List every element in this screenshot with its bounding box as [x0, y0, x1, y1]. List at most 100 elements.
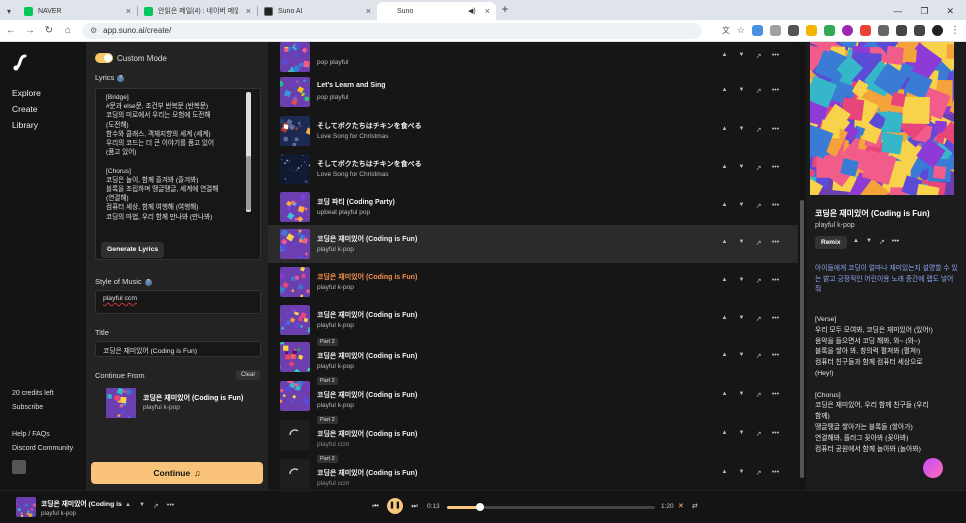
share-icon[interactable]: ↗	[153, 502, 159, 510]
song-thumbnail[interactable]	[280, 192, 310, 222]
song-tags[interactable]: pop playful	[317, 94, 348, 101]
maximize-icon[interactable]: ❐	[920, 6, 928, 17]
thumbs-down-icon[interactable]: ▼	[737, 52, 746, 60]
menu-kebab-icon[interactable]: ⋮	[950, 25, 960, 36]
thumbs-up-icon[interactable]: ▲	[853, 238, 859, 246]
song-thumbnail[interactable]	[280, 381, 310, 411]
extension-icon[interactable]	[770, 25, 781, 36]
song-row[interactable]: Part 2 코딩은 재미있어 (Coding is Fun) playful cc…	[268, 455, 798, 490]
lyrics-scroll-thumb[interactable]	[246, 156, 251, 210]
thumbs-down-icon[interactable]: ▼	[737, 126, 746, 134]
song-row[interactable]: 코딩 파티 (Coding Party) upbeat playful pop ▲…	[268, 188, 798, 226]
share-icon[interactable]: ↗	[754, 352, 763, 360]
song-tags[interactable]: upbeat playful pop	[317, 209, 370, 216]
reading-list-icon[interactable]	[896, 25, 907, 36]
help-icon[interactable]: ?	[144, 278, 152, 286]
shuffle-icon[interactable]: ✕	[678, 502, 684, 510]
song-thumbnail[interactable]	[280, 42, 310, 72]
song-row[interactable]: Part 2 코딩은 재미있어 (Coding is Fun) playful k-…	[268, 377, 798, 415]
more-options-icon[interactable]: •••	[771, 277, 780, 285]
thumbs-down-icon[interactable]: ▼	[737, 239, 746, 247]
more-options-icon[interactable]: •••	[771, 202, 780, 210]
song-tags[interactable]: playful k-pop	[317, 284, 354, 291]
thumbs-down-icon[interactable]: ▼	[737, 202, 746, 210]
assistant-bubble-icon[interactable]	[923, 458, 943, 478]
thumbs-down-icon[interactable]: ▼	[737, 391, 746, 399]
song-thumbnail[interactable]	[280, 342, 310, 372]
more-options-icon[interactable]: •••	[892, 238, 899, 246]
song-tags[interactable]: playful ccm	[317, 480, 350, 487]
remix-button[interactable]: Remix	[815, 236, 847, 249]
title-input[interactable]: 코딩은 재미있어 (Coding is Fun)	[95, 341, 261, 357]
share-icon[interactable]: ↗	[754, 202, 763, 210]
song-title[interactable]: 코딩은 재미있어 (Coding is Fun)	[317, 468, 417, 478]
song-row[interactable]: 코딩은 재미있어 (Coding is Fun) playful k-pop ▲ …	[268, 263, 798, 301]
thumbs-up-icon[interactable]: ▲	[720, 202, 729, 210]
share-icon[interactable]: ↗	[754, 469, 763, 477]
browser-tab-suno-ai[interactable]: Suno AI ×	[258, 2, 377, 20]
close-icon[interactable]: ×	[126, 6, 131, 16]
thumbs-up-icon[interactable]: ▲	[720, 164, 729, 172]
thumbs-down-icon[interactable]: ▼	[737, 430, 746, 438]
more-options-icon[interactable]: •••	[771, 469, 780, 477]
more-options-icon[interactable]: •••	[771, 164, 780, 172]
translate-icon[interactable]: 文	[722, 25, 730, 36]
thumbs-up-icon[interactable]: ▲	[720, 430, 729, 438]
thumbs-up-icon[interactable]: ▲	[720, 239, 729, 247]
thumbs-up-icon[interactable]: ▲	[125, 502, 131, 510]
song-list-scrollbar[interactable]	[798, 42, 806, 490]
song-row[interactable]: そしてボクたちはチキンを食べる Love Song for Christmas ▲…	[268, 150, 798, 188]
song-row[interactable]: Part 2 코딩은 재미있어 (Coding is Fun) playful cc…	[268, 416, 798, 454]
close-icon[interactable]: ×	[246, 6, 251, 16]
share-icon[interactable]: ↗	[754, 87, 763, 95]
speaker-icon[interactable]: ◀)	[468, 7, 476, 15]
thumbs-up-icon[interactable]: ▲	[720, 391, 729, 399]
thumbs-up-icon[interactable]: ▲	[720, 126, 729, 134]
thumbs-down-icon[interactable]: ▼	[737, 164, 746, 172]
song-tags[interactable]: playful k-pop	[317, 322, 354, 329]
detail-song-tags[interactable]: playful k-pop	[815, 222, 855, 229]
lyrics-textarea[interactable]: [Bridge] #문과 else문, 조건부 반복문 (반복문) 코딩의 미로…	[95, 88, 261, 260]
repeat-icon[interactable]: ⇄	[692, 502, 698, 510]
song-row[interactable]: そしてボクたちはチキンを食べる Love Song for Christmas ▲…	[268, 112, 798, 150]
help-icon[interactable]: ?	[117, 74, 125, 82]
thumbs-up-icon[interactable]: ▲	[720, 277, 729, 285]
address-bar[interactable]: ⚙ app.suno.ai/create/	[82, 22, 702, 39]
user-avatar[interactable]	[12, 460, 26, 474]
thumbs-down-icon[interactable]: ▼	[866, 238, 872, 246]
more-options-icon[interactable]: •••	[771, 315, 780, 323]
song-title[interactable]: 코딩은 재미있어 (Coding is Fun)	[317, 351, 417, 361]
tab-search-icon[interactable]: ▾	[0, 2, 18, 20]
share-icon[interactable]: ↗	[879, 238, 885, 246]
song-title[interactable]: そしてボクたちはチキンを食べる	[317, 121, 422, 131]
share-icon[interactable]: ↗	[754, 126, 763, 134]
song-tags[interactable]: Love Song for Christmas	[317, 171, 389, 178]
thumbs-up-icon[interactable]: ▲	[720, 87, 729, 95]
song-title[interactable]: そしてボクたちはチキンを食べる	[317, 159, 422, 169]
song-row[interactable]: 코딩은 재미있어 (Coding is Fun) playful k-pop ▲ …	[268, 225, 798, 263]
side-panel-icon[interactable]	[914, 25, 925, 36]
song-title[interactable]: 코딩은 재미있어 (Coding is Fun)	[317, 272, 417, 282]
back-icon[interactable]: ←	[6, 25, 16, 36]
download-icon[interactable]	[788, 25, 799, 36]
thumbs-down-icon[interactable]: ▼	[737, 87, 746, 95]
continue-from-song[interactable]: 코딩은 재미있어 (Coding is Fun) playful k-pop	[106, 373, 256, 425]
progress-knob[interactable]	[476, 503, 485, 511]
extension-icon[interactable]	[860, 25, 871, 36]
song-tags[interactable]: Love Song for Christmas	[317, 133, 389, 140]
bookmark-star-icon[interactable]: ☆	[737, 25, 745, 36]
continue-button[interactable]: Continue ♫	[91, 462, 263, 484]
style-of-music-input[interactable]: playful ccm	[95, 290, 261, 314]
share-icon[interactable]: ↗	[754, 315, 763, 323]
thumbs-down-icon[interactable]: ▼	[737, 352, 746, 360]
song-thumbnail[interactable]	[280, 77, 310, 107]
extension-icon[interactable]	[842, 25, 853, 36]
song-title[interactable]: 코딩 파티 (Coding Party)	[317, 197, 395, 207]
player-song-title[interactable]: 코딩은 재미있어 (Coding is	[41, 498, 122, 508]
custom-mode-toggle[interactable]	[95, 53, 113, 63]
pause-button[interactable]: ❚❚	[387, 498, 403, 514]
more-options-icon[interactable]: •••	[771, 52, 780, 60]
song-title[interactable]: Let's Learn and Sing	[317, 82, 386, 89]
song-tags[interactable]: pop playful	[317, 59, 348, 66]
song-title[interactable]: 코딩은 재미있어 (Coding is Fun)	[317, 390, 417, 400]
